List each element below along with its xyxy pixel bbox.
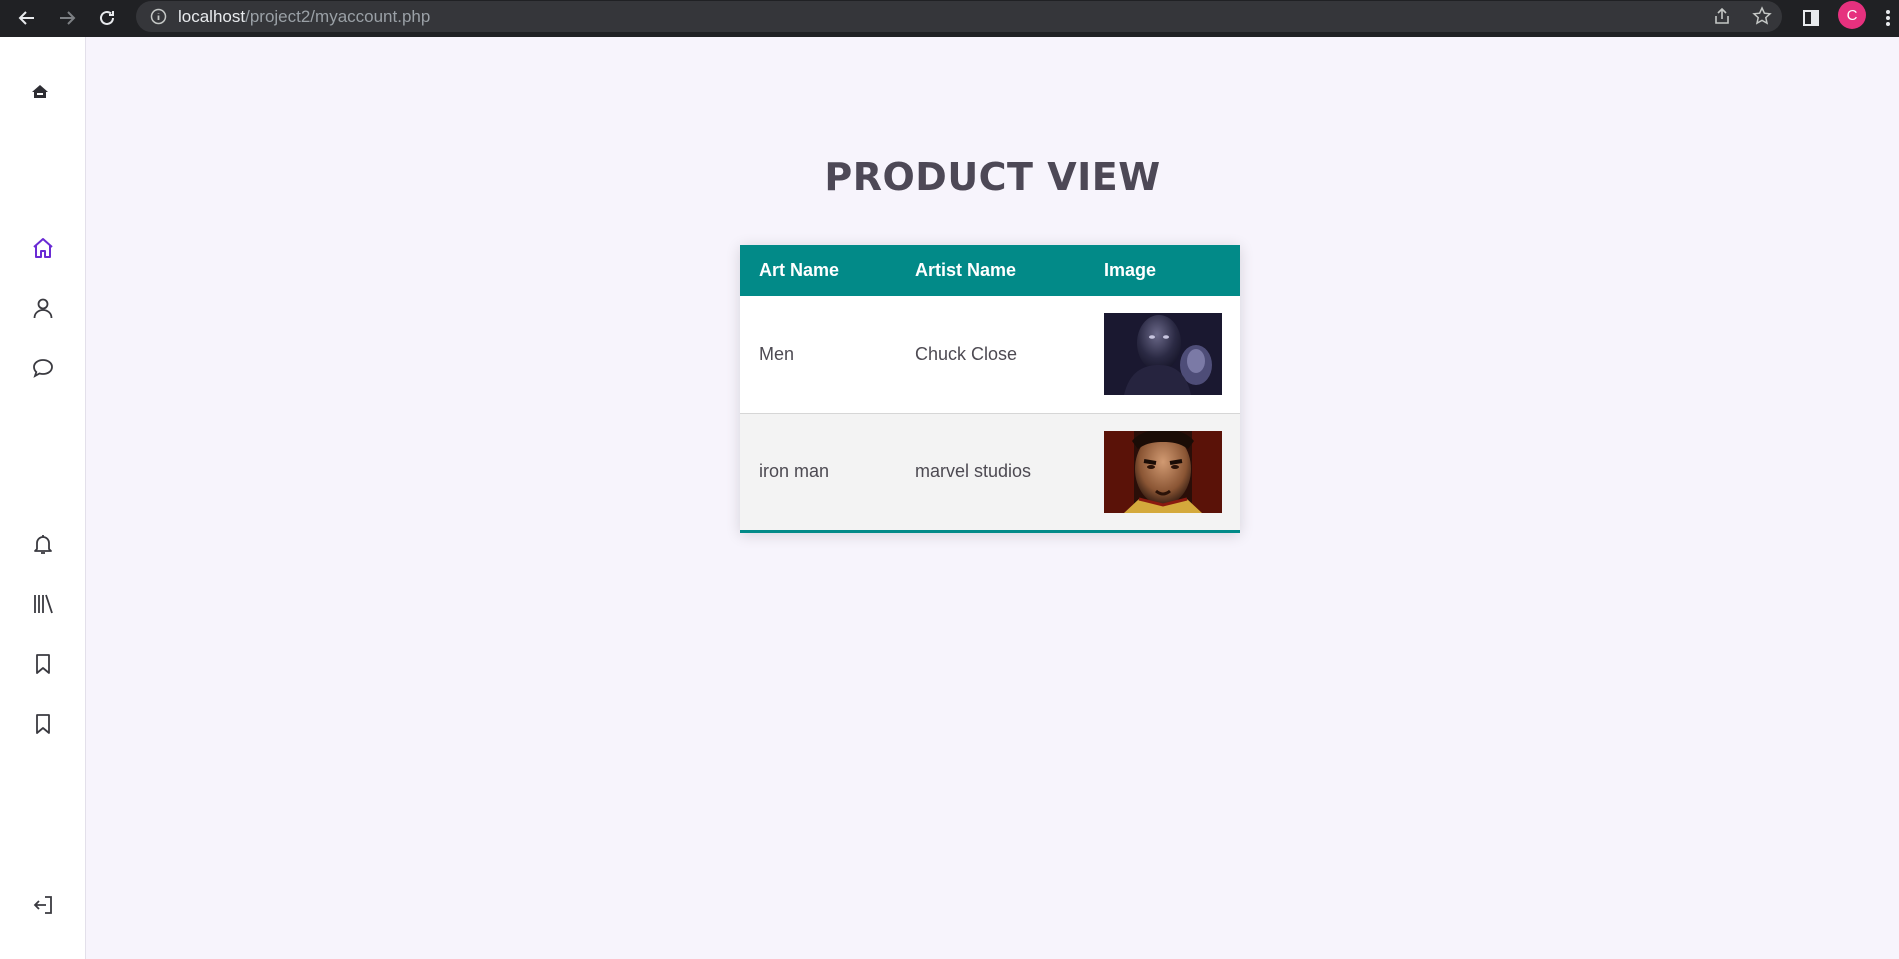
info-icon[interactable] (150, 8, 167, 30)
artist-name-cell: Chuck Close (915, 343, 1018, 364)
page-title: PRODUCT VIEW (824, 155, 1161, 199)
column-header-image: Image (1104, 260, 1157, 280)
user-icon[interactable] (28, 293, 58, 323)
iron-man-image (1104, 430, 1222, 513)
side-panel-icon[interactable] (1797, 4, 1825, 32)
star-icon[interactable] (1748, 2, 1776, 30)
artist-name-cell: marvel studios (915, 461, 1032, 482)
column-header-artist-name: Artist Name (915, 260, 1017, 280)
portrait-painting-image (1104, 313, 1222, 396)
logout-icon[interactable] (28, 890, 58, 920)
sidebar (0, 37, 86, 959)
table-row: iron man marvel studios (740, 413, 1240, 530)
bell-icon[interactable] (28, 529, 58, 559)
image-cell (1085, 413, 1240, 530)
address-bar[interactable]: localhost/project2/myaccount.php (136, 1, 1782, 32)
url-text: localhost/project2/myaccount.php (178, 7, 431, 26)
profile-avatar[interactable]: C (1838, 1, 1866, 29)
reload-icon[interactable] (93, 4, 121, 32)
table-bottom-border (740, 530, 1240, 533)
library-icon[interactable] (28, 589, 58, 619)
share-icon[interactable] (1708, 2, 1736, 30)
logo-icon[interactable] (25, 77, 55, 107)
art-name-cell: Men (759, 343, 795, 364)
image-cell (1085, 296, 1240, 413)
browser-toolbar: localhost/project2/myaccount.php C (0, 0, 1899, 37)
art-name-cell: iron man (759, 461, 830, 482)
forward-icon[interactable] (53, 4, 81, 32)
bookmark-icon[interactable] (28, 709, 58, 739)
table-row: Men Chuck Close (740, 296, 1240, 413)
column-header-art-name: Art Name (759, 260, 840, 280)
menu-icon[interactable] (1878, 4, 1898, 32)
product-table: Art Name Artist Name Image Men Chuck Clo… (740, 245, 1240, 533)
back-icon[interactable] (13, 4, 41, 32)
bookmark-icon[interactable] (28, 649, 58, 679)
home-icon[interactable] (28, 233, 58, 263)
chat-icon[interactable] (28, 353, 58, 383)
table-header-row: Art Name Artist Name Image (740, 245, 1240, 296)
